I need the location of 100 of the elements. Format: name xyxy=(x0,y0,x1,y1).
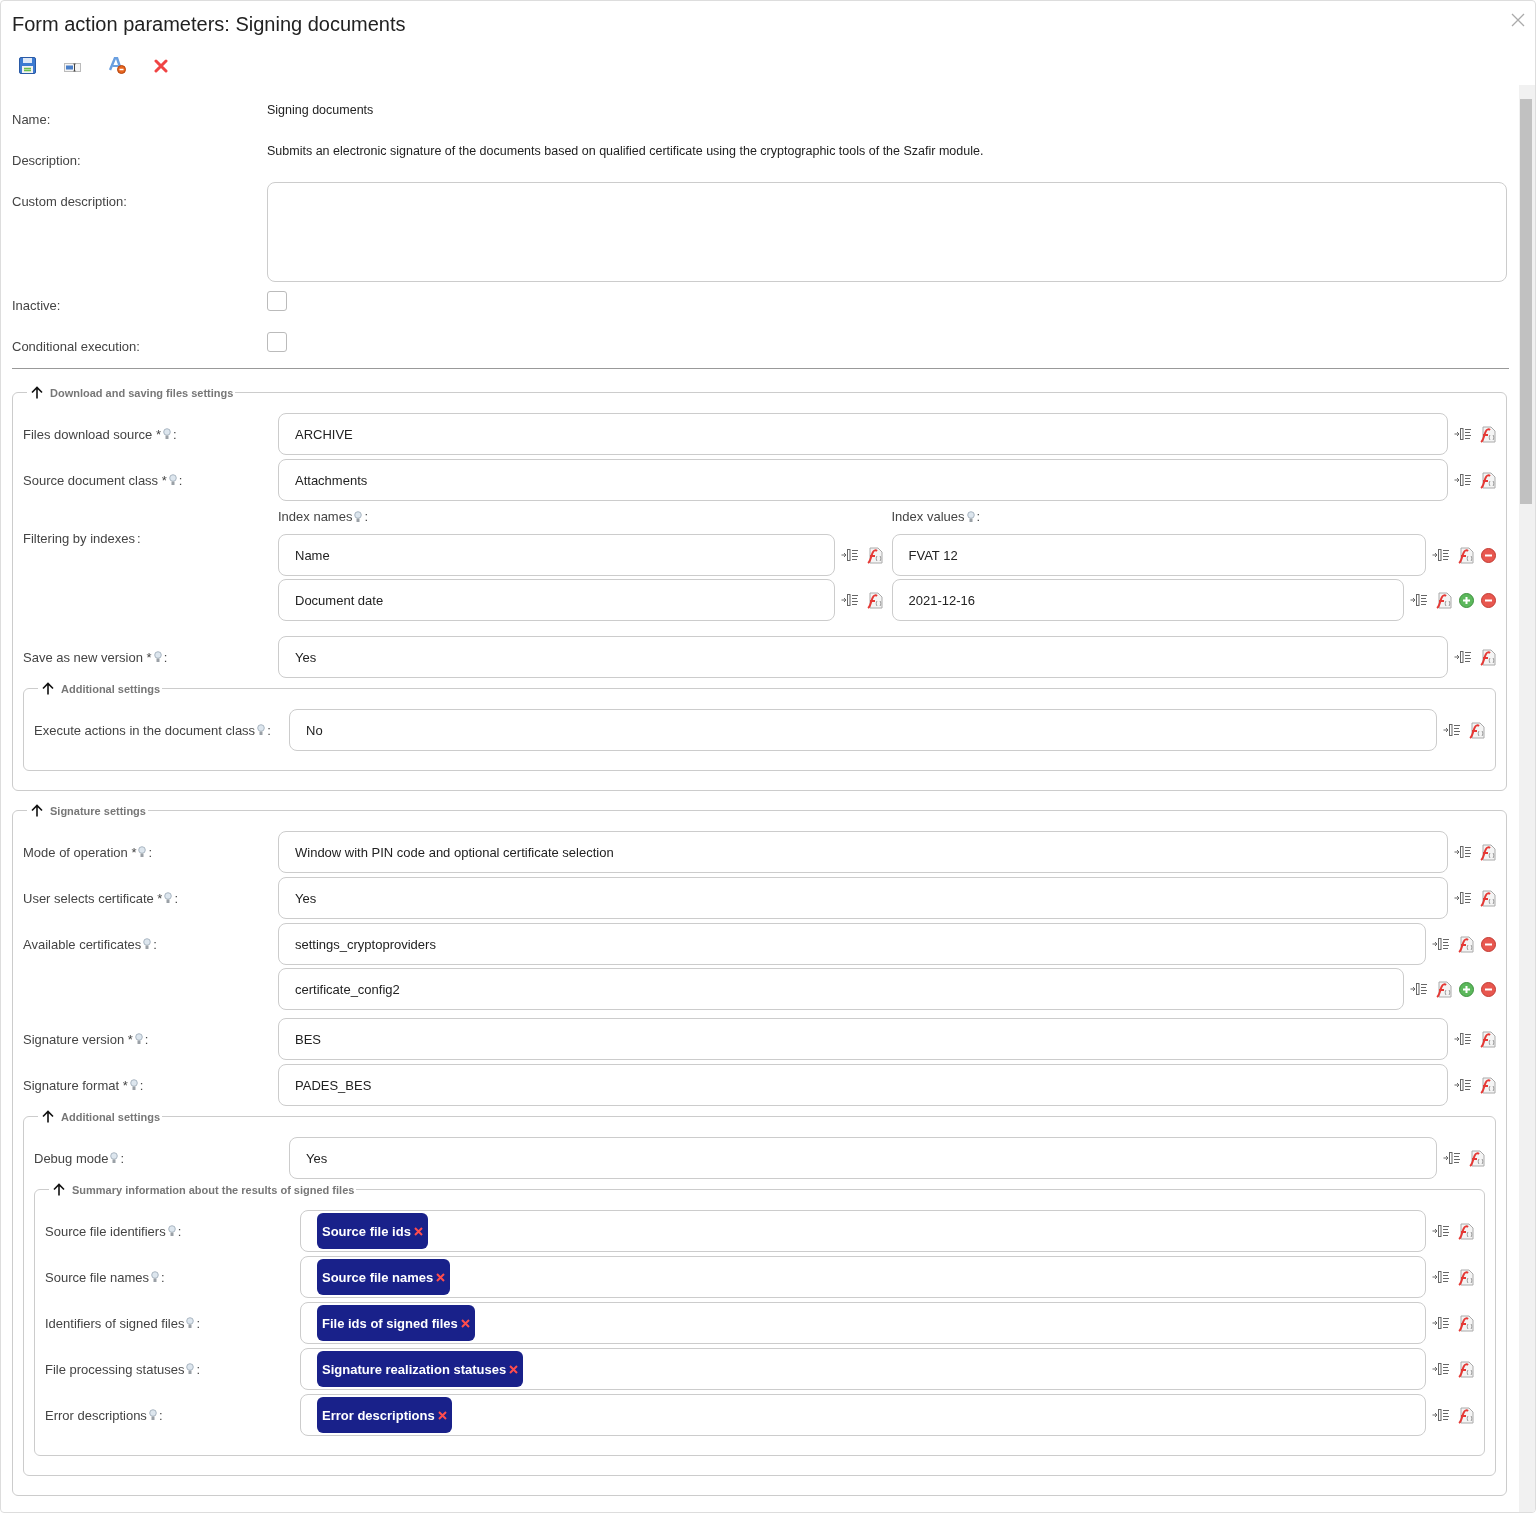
remove-icon xyxy=(413,1226,423,1236)
remove-button[interactable] xyxy=(1481,981,1496,997)
function-button[interactable] xyxy=(1457,1268,1474,1286)
label-colon: : xyxy=(137,530,141,546)
insert-variable-icon xyxy=(1454,1078,1472,1092)
function-icon xyxy=(1468,1149,1485,1167)
function-button[interactable] xyxy=(1468,721,1485,739)
label-colon: : xyxy=(196,1315,201,1331)
tag-field[interactable]: File ids of signed files xyxy=(300,1302,1426,1344)
insert-variable-button[interactable] xyxy=(1432,1224,1450,1238)
select-field[interactable]: settings_cryptoproviders xyxy=(278,923,1426,965)
insert-variable-button[interactable] xyxy=(1454,845,1472,859)
insert-variable-button[interactable] xyxy=(1432,1270,1450,1284)
remove-icon xyxy=(1481,936,1496,952)
select-field[interactable]: Document date xyxy=(278,579,835,621)
select-field[interactable]: No xyxy=(289,709,1437,751)
select-field[interactable]: BES xyxy=(278,1018,1448,1060)
tag-field[interactable]: Source file ids xyxy=(300,1210,1426,1252)
function-icon xyxy=(1479,471,1496,489)
function-button[interactable] xyxy=(1435,591,1452,609)
function-button[interactable] xyxy=(1457,546,1474,564)
function-button[interactable] xyxy=(1479,843,1496,861)
function-icon xyxy=(1479,889,1496,907)
select-field[interactable]: PADES_BES xyxy=(278,1064,1448,1106)
function-button[interactable] xyxy=(1457,1360,1474,1378)
insert-variable-button[interactable] xyxy=(1432,937,1450,951)
translate-button[interactable] xyxy=(109,57,126,77)
select-field[interactable]: Yes xyxy=(278,877,1448,919)
insert-variable-button[interactable] xyxy=(1454,891,1472,905)
function-button[interactable] xyxy=(1468,1149,1485,1167)
close-button[interactable] xyxy=(1511,13,1525,27)
field-label: Source file identifiers xyxy=(45,1223,166,1239)
add-button[interactable] xyxy=(1459,592,1474,608)
function-button[interactable] xyxy=(1479,889,1496,907)
section-title: Summary information about the results of signed files xyxy=(72,1183,355,1196)
remove-tag-button[interactable] xyxy=(436,1272,446,1282)
insert-variable-button[interactable] xyxy=(1410,982,1428,996)
select-field[interactable]: ARCHIVE xyxy=(278,413,1448,455)
field-label: Debug mode xyxy=(34,1150,109,1166)
function-button[interactable] xyxy=(1457,935,1474,953)
function-button[interactable] xyxy=(1457,1222,1474,1240)
insert-variable-button[interactable] xyxy=(1410,593,1428,607)
save-button[interactable] xyxy=(19,57,36,77)
remove-tag-button[interactable] xyxy=(460,1318,470,1328)
remove-button[interactable] xyxy=(1481,936,1496,952)
function-button[interactable] xyxy=(1435,980,1452,998)
remove-tag-button[interactable] xyxy=(413,1226,423,1236)
tag-field[interactable]: Signature realization statuses xyxy=(300,1348,1426,1390)
collapse-button[interactable] xyxy=(42,682,54,695)
select-field[interactable]: certificate_config2 xyxy=(278,968,1404,1010)
insert-variable-icon xyxy=(840,548,859,562)
insert-variable-button[interactable] xyxy=(1443,1151,1461,1165)
insert-variable-button[interactable] xyxy=(1454,427,1472,441)
collapse-button[interactable] xyxy=(53,1183,65,1196)
label-colon: : xyxy=(158,1407,163,1423)
function-button[interactable] xyxy=(865,546,883,564)
checkbox[interactable] xyxy=(267,332,287,352)
insert-variable-button[interactable] xyxy=(1454,1078,1472,1092)
add-button[interactable] xyxy=(1459,981,1474,997)
scrollbar[interactable] xyxy=(1519,85,1535,1512)
function-button[interactable] xyxy=(1479,1076,1496,1094)
function-button[interactable] xyxy=(1479,425,1496,443)
function-button[interactable] xyxy=(1457,1314,1474,1332)
insert-variable-button[interactable] xyxy=(1454,1032,1472,1046)
insert-variable-button[interactable] xyxy=(1443,723,1461,737)
field-label: Files download source * xyxy=(23,426,162,442)
insert-variable-button[interactable] xyxy=(1454,650,1472,664)
function-button[interactable] xyxy=(1479,471,1496,489)
label-colon: : xyxy=(177,1223,182,1239)
remove-tag-button[interactable] xyxy=(437,1410,447,1420)
collapse-button[interactable] xyxy=(31,804,43,817)
select-field[interactable]: Window with PIN code and optional certificate selection xyxy=(278,831,1448,873)
select-field[interactable]: Attachments xyxy=(278,459,1448,501)
function-button[interactable] xyxy=(1457,1406,1474,1424)
select-field[interactable]: Yes xyxy=(278,636,1448,678)
remove-button[interactable] xyxy=(1481,547,1496,563)
select-field[interactable]: Name xyxy=(278,534,835,576)
scrollbar-thumb[interactable] xyxy=(1520,99,1532,504)
select-field[interactable]: FVAT 12 xyxy=(891,534,1426,576)
remove-button[interactable] xyxy=(1481,592,1496,608)
function-button[interactable] xyxy=(865,591,883,609)
checkbox[interactable] xyxy=(267,291,287,311)
insert-variable-button[interactable] xyxy=(1432,1408,1450,1422)
insert-variable-button[interactable] xyxy=(1432,548,1450,562)
function-button[interactable] xyxy=(1479,648,1496,666)
tag-field[interactable]: Error descriptions xyxy=(300,1394,1426,1436)
insert-variable-button[interactable] xyxy=(840,593,859,607)
select-field[interactable]: 2021-12-16 xyxy=(891,579,1404,621)
function-icon xyxy=(1435,980,1452,998)
collapse-button[interactable] xyxy=(31,386,43,399)
select-field[interactable]: Yes xyxy=(289,1137,1437,1179)
tag-field[interactable]: Source file names xyxy=(300,1256,1426,1298)
collapse-button[interactable] xyxy=(42,1110,54,1123)
insert-variable-button[interactable] xyxy=(1432,1362,1450,1376)
insert-variable-button[interactable] xyxy=(1432,1316,1450,1330)
label-colon: : xyxy=(161,1269,165,1285)
function-button[interactable] xyxy=(1479,1030,1496,1048)
insert-variable-button[interactable] xyxy=(1454,473,1472,487)
insert-variable-button[interactable] xyxy=(840,548,859,562)
remove-tag-button[interactable] xyxy=(509,1364,519,1374)
